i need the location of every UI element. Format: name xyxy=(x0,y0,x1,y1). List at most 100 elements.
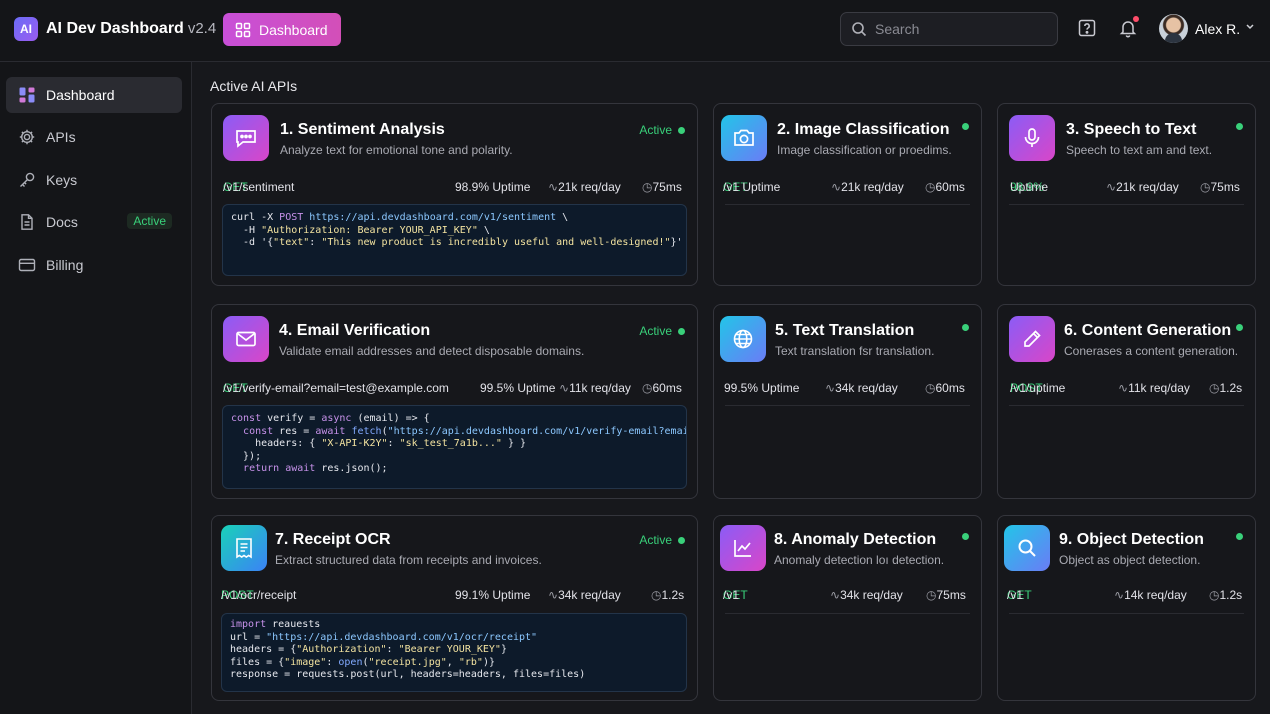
sidebar-item-label: Billing xyxy=(46,257,84,273)
divider xyxy=(1009,204,1244,205)
activity-icon: ∿ xyxy=(548,180,559,194)
clock-icon: ◷ xyxy=(1209,588,1220,602)
receipt-icon xyxy=(221,525,267,571)
sidebar-item-label: Dashboard xyxy=(46,87,115,103)
key-icon xyxy=(18,171,36,189)
sidebar-item-dashboard[interactable]: Dashboard xyxy=(6,77,182,113)
card-description: Conerases a content generation. xyxy=(1064,344,1239,358)
code-line: const verify = async (email) => { xyxy=(231,413,430,424)
status-dot xyxy=(1236,533,1243,540)
api-card-text-translation[interactable]: 5. Text Translation Text translation fsr… xyxy=(713,304,982,499)
requests: ∿ 21k req/day xyxy=(548,180,621,194)
card-description: Validate email addresses and detect disp… xyxy=(279,344,585,358)
card-title[interactable]: 3. Speech to Text xyxy=(1066,121,1196,139)
card-title[interactable]: 6. Content Generation xyxy=(1064,322,1231,340)
activity-icon: ∿ xyxy=(831,180,842,194)
api-card-content-generation[interactable]: 6. Content Generation Conerases a conten… xyxy=(997,304,1256,499)
requests: ∿ 11k req/day xyxy=(1118,381,1190,395)
sidebar-item-docs[interactable]: Docs Active xyxy=(6,204,182,240)
sidebar-item-billing[interactable]: Billing xyxy=(6,247,182,283)
api-card-anomaly-detection[interactable]: 8. Anomaly Detection Anomaly detection l… xyxy=(713,515,982,701)
status-dot xyxy=(962,324,969,331)
latency-value: 1.2s xyxy=(661,588,685,602)
card-stats: GET /v1 Uptime ∿ 21k req/day ◷ 60ms xyxy=(723,180,970,196)
api-card-speech-to-text[interactable]: 3. Speech to Text Speech to text am and … xyxy=(997,103,1256,286)
code-line: curl -X POST https://api.devdashboard.co… xyxy=(231,212,569,223)
status-dot xyxy=(1236,123,1243,130)
chart-icon xyxy=(720,525,766,571)
latency-value: 75ms xyxy=(936,588,966,602)
latency-value: 60ms xyxy=(935,180,965,194)
chevron-down-icon[interactable] xyxy=(1245,20,1255,34)
card-title[interactable]: 8. Anomaly Detection xyxy=(774,531,936,549)
code-snippet[interactable]: import reauests url = "https://api.devda… xyxy=(221,613,687,692)
requests-value: 11k req/day xyxy=(569,381,631,395)
latency: ◷ 1.2s xyxy=(1209,381,1242,395)
status-dot xyxy=(1236,324,1243,331)
app-logo[interactable]: AI xyxy=(14,17,38,41)
requests: ∿ 34k req/day xyxy=(825,381,898,395)
api-card-sentiment-analysis[interactable]: 1. Sentiment Analysis Analyze text for e… xyxy=(211,103,698,286)
app-title-text: AI Dev Dashboard xyxy=(46,20,184,37)
requests-value: 14k req/day xyxy=(1124,588,1187,602)
card-stats: GET /v1 ∿ 14k req/day ◷ 1.2s xyxy=(1007,588,1244,604)
uptime: 99.5% Uptime xyxy=(724,381,800,395)
docs-status-badge: Active xyxy=(127,213,172,229)
requests: ∿ 14k req/day xyxy=(1114,588,1187,602)
status-dot xyxy=(962,123,969,130)
api-card-object-detection[interactable]: 9. Object Detection Object as object det… xyxy=(997,515,1256,701)
card-description: Speech to text am and text. xyxy=(1066,143,1213,157)
card-title[interactable]: 2. Image Classification xyxy=(777,121,950,139)
activity-icon: ∿ xyxy=(1106,180,1117,194)
user-name[interactable]: Alex R. xyxy=(1195,21,1240,37)
status-text: Active xyxy=(639,123,672,137)
sidebar-item-apis[interactable]: APIs xyxy=(6,119,182,155)
uptime: 99.1% Uptime xyxy=(455,588,531,602)
status-badge xyxy=(1236,123,1243,130)
code-snippet[interactable]: curl -X POST https://api.devdashboard.co… xyxy=(222,204,687,276)
card-title[interactable]: 4. Email Verification xyxy=(279,322,430,340)
latency-value: 1.2s xyxy=(1219,588,1243,602)
sidebar-item-keys[interactable]: Keys xyxy=(6,162,182,198)
latency-value: 60ms xyxy=(935,381,965,395)
card-title[interactable]: 5. Text Translation xyxy=(775,322,914,340)
top-bar: AI AI Dev Dashboardv2.4 Dashboard Alex R… xyxy=(0,0,1270,62)
card-title[interactable]: 7. Receipt OCR xyxy=(275,531,391,549)
divider xyxy=(1009,405,1244,406)
code-line: -H "Authorization: Bearer YOUR_API_KEY" … xyxy=(231,224,490,236)
status-text: Active xyxy=(639,533,672,547)
activity-icon: ∿ xyxy=(1118,381,1129,395)
latency: ◷ 60ms xyxy=(642,381,682,395)
card-title[interactable]: 1. Sentiment Analysis xyxy=(280,121,445,139)
code-line: response = requests.post(url, headers=he… xyxy=(230,669,586,681)
dashboard-button-label: Dashboard xyxy=(259,21,328,38)
status-badge: Active xyxy=(639,324,685,338)
avatar[interactable] xyxy=(1159,14,1188,43)
api-card-email-verification[interactable]: 4. Email Verification Validate email add… xyxy=(211,304,698,499)
dashboard-button[interactable]: Dashboard xyxy=(223,13,341,46)
sidebar-item-label: APIs xyxy=(46,129,76,145)
code-snippet[interactable]: const verify = async (email) => { const … xyxy=(222,405,687,489)
activity-icon: ∿ xyxy=(1114,588,1125,602)
search-box[interactable] xyxy=(840,12,1058,46)
search-input[interactable] xyxy=(875,21,1045,37)
dashboard-icon xyxy=(18,86,36,104)
card-title[interactable]: 9. Object Detection xyxy=(1059,531,1204,549)
clock-icon: ◷ xyxy=(925,180,936,194)
endpoint-path: /v1 xyxy=(1007,588,1024,602)
latency: ◷ 60ms xyxy=(925,180,965,194)
code-line: headers = {"Authorization": "Bearer YOUR… xyxy=(230,644,507,656)
latency: ◷ 75ms xyxy=(642,180,682,194)
latency: ◷ 1.2s xyxy=(651,588,684,602)
status-badge xyxy=(962,324,969,331)
api-card-image-classification[interactable]: 2. Image Classification Image classifica… xyxy=(713,103,982,286)
clock-icon: ◷ xyxy=(642,381,653,395)
clock-icon: ◷ xyxy=(651,588,662,602)
latency: ◷ 75ms xyxy=(926,588,966,602)
requests: ∿ 34k req/day xyxy=(548,588,621,602)
chat-icon xyxy=(223,115,269,161)
grid-icon xyxy=(235,22,251,38)
api-card-receipt-ocr[interactable]: 7. Receipt OCR Extract structured data f… xyxy=(211,515,698,701)
gear-icon xyxy=(18,128,36,146)
help-icon[interactable] xyxy=(1077,18,1099,40)
